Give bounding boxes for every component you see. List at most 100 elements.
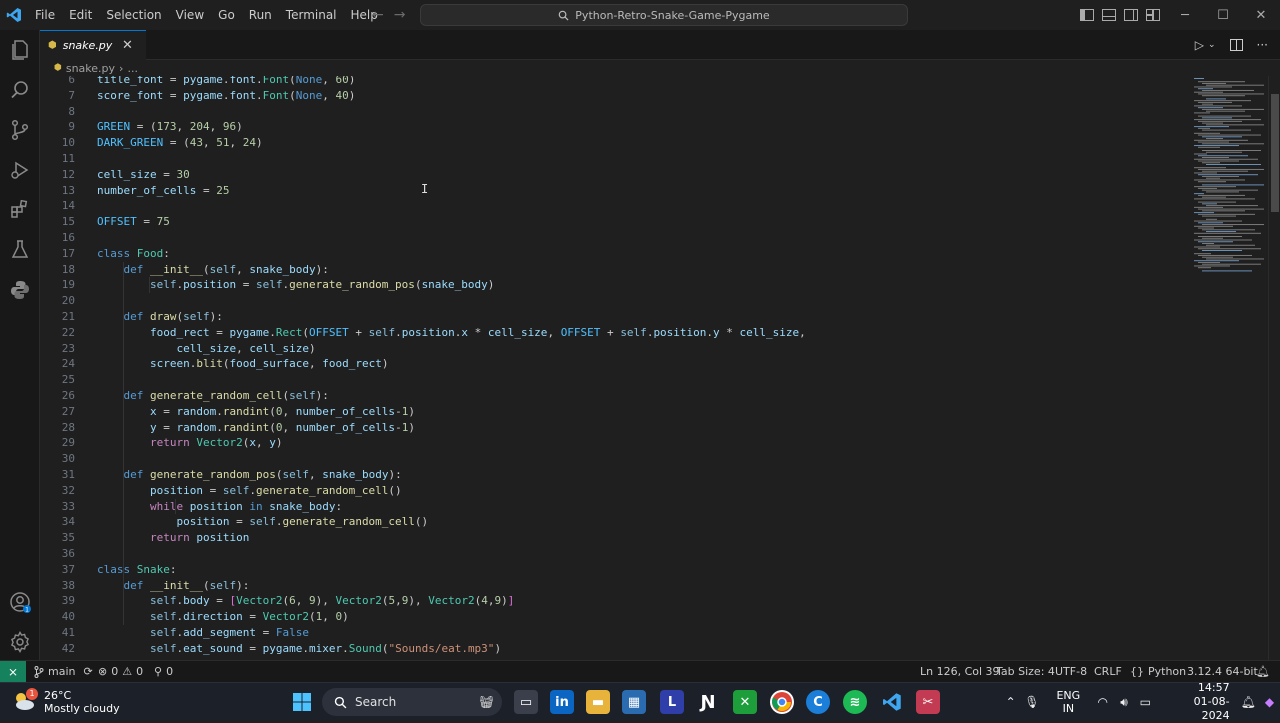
source-control-icon[interactable]: [8, 118, 32, 142]
menu-view[interactable]: View: [169, 0, 211, 30]
notifications-bell-icon[interactable]: 🔔︎: [1256, 661, 1270, 682]
wifi-icon[interactable]: ◠: [1092, 695, 1113, 709]
split-editor-icon[interactable]: [1229, 39, 1243, 51]
branch-indicator[interactable]: main ⟳: [34, 661, 93, 682]
python-interpreter[interactable]: 3.12.4 64-bit: [1187, 661, 1258, 682]
breadcrumb-file[interactable]: snake.py: [66, 62, 115, 75]
customize-layout-icon[interactable]: [1146, 9, 1160, 21]
code-line: 33 while position in snake_body:: [40, 499, 1190, 515]
volume-icon[interactable]: 🔊︎: [1113, 695, 1134, 710]
toggle-panel-icon[interactable]: [1102, 9, 1116, 21]
remote-indicator-icon[interactable]: ⨯: [0, 661, 26, 682]
account-icon[interactable]: 1: [8, 590, 32, 614]
vertical-scrollbar[interactable]: [1268, 76, 1280, 660]
linkedin-icon[interactable]: in: [550, 690, 574, 714]
problems-indicator[interactable]: ⊗ 0 ⚠ 0: [98, 661, 143, 682]
menu-edit[interactable]: Edit: [62, 0, 99, 30]
settings-gear-icon[interactable]: [8, 630, 32, 654]
minimap[interactable]: [1190, 76, 1268, 660]
weather-widget[interactable]: 1 26°C Mostly cloudy: [12, 685, 120, 719]
code-line: 36: [40, 546, 1190, 562]
cursor-position[interactable]: Ln 126, Col 39: [920, 661, 1000, 682]
taskbar-search[interactable]: Search 🧺︎: [322, 688, 502, 716]
python-icon[interactable]: [8, 278, 32, 302]
minimap-line: [1198, 201, 1236, 203]
toggle-secondary-sidebar-icon[interactable]: [1124, 9, 1138, 21]
end-of-line[interactable]: CRLF: [1094, 661, 1122, 682]
minimap-line: [1194, 119, 1261, 121]
show-hidden-icons-chevron-icon[interactable]: ⌃: [1000, 695, 1021, 709]
minimap-line: [1202, 122, 1223, 124]
tab-snake-py[interactable]: ⬢ snake.py ✕: [40, 30, 146, 60]
vscode-taskbar-icon[interactable]: [880, 690, 904, 714]
battery-icon[interactable]: ▭: [1135, 695, 1156, 709]
encoding[interactable]: UTF-8: [1055, 661, 1087, 682]
breadcrumb-symbol[interactable]: ...: [127, 62, 138, 75]
minimap-line: [1198, 146, 1220, 148]
l-app-icon[interactable]: L: [660, 690, 684, 714]
code-line: 11: [40, 151, 1190, 167]
code-text: GREEN = (173, 204, 96): [97, 120, 243, 134]
microphone-icon[interactable]: 🎙︎: [1021, 695, 1042, 709]
line-number: 10: [61, 136, 75, 150]
code-editor[interactable]: 6 title_font = pygame.font.Font(None, 60)…: [40, 76, 1190, 660]
close-window-icon[interactable]: ✕: [1242, 8, 1280, 23]
menu-go[interactable]: Go: [211, 0, 242, 30]
more-actions-icon[interactable]: ···: [1257, 38, 1268, 52]
run-python-file-icon[interactable]: ▷: [1195, 38, 1204, 52]
microsoft-store-icon[interactable]: ▦: [622, 690, 646, 714]
xbox-icon[interactable]: ✕: [733, 690, 757, 714]
minimap-line: [1202, 117, 1232, 119]
windows-start-icon[interactable]: [290, 690, 314, 714]
menu-terminal[interactable]: Terminal: [279, 0, 344, 30]
clock[interactable]: 14:57 01-08-2024: [1168, 681, 1230, 723]
maximize-icon[interactable]: ☐: [1204, 8, 1242, 23]
n-app-icon[interactable]: Ɲ: [696, 690, 720, 714]
code-line: 6 title_font = pygame.font.Font(None, 60): [40, 76, 1190, 88]
copilot-icon[interactable]: ◆: [1259, 695, 1280, 709]
text-cursor-ibeam-icon: I: [421, 182, 429, 196]
language-mode[interactable]: {} Python: [1130, 661, 1186, 682]
code-line: 28 y = random.randint(0, number_of_cells…: [40, 420, 1190, 436]
menu-run[interactable]: Run: [242, 0, 279, 30]
search-activity-icon[interactable]: [8, 78, 32, 102]
code-line: 19 self.position = self.generate_random_…: [40, 277, 1190, 293]
extensions-icon[interactable]: [8, 198, 32, 222]
minimap-line: [1202, 150, 1261, 151]
toggle-primary-sidebar-icon[interactable]: [1080, 9, 1094, 21]
spotify-icon[interactable]: ≋: [843, 690, 867, 714]
minimize-icon[interactable]: ─: [1166, 8, 1204, 23]
braces-icon: {}: [1130, 665, 1144, 678]
weather-cloud-icon: 1: [12, 688, 38, 714]
explorer-icon[interactable]: [8, 38, 32, 62]
forward-arrow-icon[interactable]: →: [394, 7, 406, 23]
minimap-line: [1194, 86, 1232, 88]
minimap-line: [1202, 103, 1213, 105]
c-app-icon[interactable]: C: [806, 690, 830, 714]
snipping-tool-icon[interactable]: ✂: [916, 690, 940, 714]
task-view-icon[interactable]: ▭: [514, 690, 538, 714]
sync-icon[interactable]: ⟳: [83, 665, 92, 678]
ports-indicator[interactable]: ⚲ 0: [154, 661, 173, 682]
command-center-search[interactable]: Python-Retro-Snake-Game-Pygame: [420, 4, 908, 26]
code-text: class Snake:: [97, 562, 177, 576]
ports-antenna-icon: ⚲: [154, 665, 163, 678]
code-line: 23 cell_size, cell_size): [40, 341, 1190, 357]
scroll-thumb[interactable]: [1271, 94, 1279, 212]
code-text: DARK_GREEN = (43, 51, 24): [97, 136, 263, 150]
menu-file[interactable]: File: [28, 0, 62, 30]
menu-selection[interactable]: Selection: [99, 0, 168, 30]
tab-size[interactable]: Tab Size: 4: [996, 661, 1055, 682]
activity-bar: 1: [0, 30, 40, 660]
notification-bell-icon[interactable]: 🔔︎: [1238, 695, 1259, 709]
file-explorer-icon[interactable]: ▬: [586, 690, 610, 714]
back-arrow-icon[interactable]: ←: [372, 7, 384, 23]
language-indicator[interactable]: ENG IN: [1056, 689, 1080, 715]
run-and-debug-icon[interactable]: [8, 158, 32, 182]
chrome-icon[interactable]: [770, 690, 794, 714]
minimap-line: [1194, 112, 1210, 114]
close-tab-icon[interactable]: ✕: [122, 38, 133, 53]
testing-flask-icon[interactable]: [8, 238, 32, 262]
code-line: 10 DARK_GREEN = (43, 51, 24): [40, 135, 1190, 151]
run-options-chevron-icon[interactable]: ⌄: [1208, 40, 1216, 50]
